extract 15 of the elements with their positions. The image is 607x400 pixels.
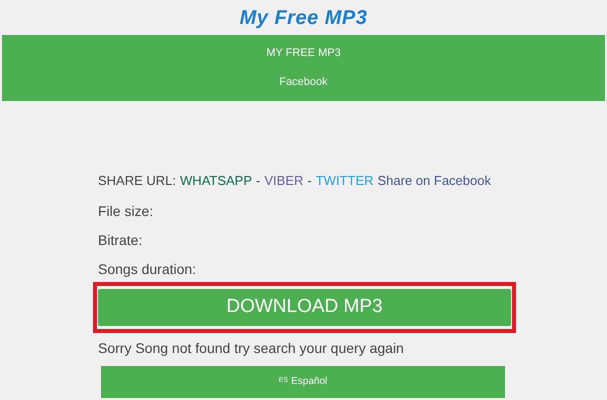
- share-link[interactable]: TWITTER: [316, 171, 374, 190]
- separator-text: -: [307, 172, 312, 190]
- nav-link[interactable]: MY FREE MP3: [266, 45, 341, 62]
- share-link[interactable]: VIBER: [264, 171, 304, 190]
- info-label: Bitrate:: [98, 232, 144, 248]
- share-label: SHARE URL:: [98, 172, 176, 190]
- download-button[interactable]: DOWNLOAD MP3: [98, 288, 511, 326]
- site-logo: My Free MP3: [240, 6, 368, 30]
- nav-link[interactable]: Facebook: [279, 74, 328, 91]
- info-label: Songs duration:: [98, 260, 198, 278]
- info-label: File size:: [98, 202, 154, 220]
- facebook-share-link[interactable]: Share on Facebook: [378, 171, 491, 190]
- share-link[interactable]: WHATSAPP: [180, 171, 252, 190]
- separator-text: -: [256, 172, 260, 190]
- error-message: Sorry Song not found try search your query again: [97, 338, 405, 358]
